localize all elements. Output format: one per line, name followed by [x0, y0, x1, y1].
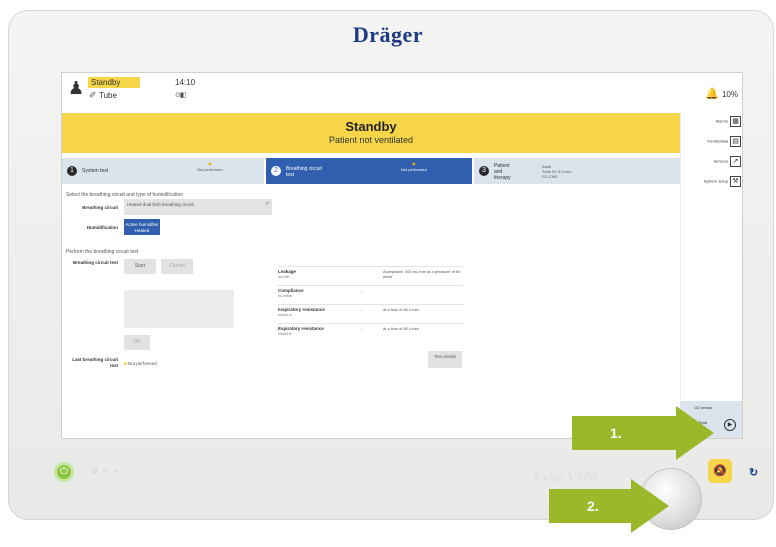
step-status-text: Not performed — [401, 167, 427, 172]
step-status-text: Not performed — [197, 167, 223, 172]
arrow-icon — [631, 479, 669, 533]
cancel-test-button[interactable]: Cancel — [161, 259, 193, 274]
device-screenshot: Dräger ♟ Standby ✐ Tube 14:10 ⊙▮▯ 🔔 10% S… — [0, 0, 776, 547]
airway-label: Tube — [99, 91, 117, 100]
header-bar: ♟ Standby ✐ Tube 14:10 ⊙▮▯ 🔔 10% — [62, 73, 742, 111]
alarm-volume-indicator[interactable]: 🔔 10% — [705, 87, 738, 100]
banner-subtitle: Patient not ventilated — [328, 135, 414, 145]
perform-heading: Perform the breathing circuit test — [66, 249, 139, 255]
standby-banner: Standby Patient not ventilated — [62, 113, 680, 153]
step-system-test[interactable]: 1 System test ▲ Not performed — [62, 158, 264, 184]
model-name: Evita V800 — [533, 470, 598, 485]
result-row-expiratory-resistance: Expiratory resistance mbar/L/s --- at a … — [278, 323, 463, 336]
power-button[interactable]: ⏻ — [54, 462, 74, 482]
setup-icon: ⚒ — [730, 176, 741, 187]
sensors-icon: ↗ — [730, 156, 741, 167]
result-row-compliance: Compliance mL/mbar --- — [278, 285, 463, 298]
breathing-circuit-select[interactable]: Heated dual limb breathing circuit ↗ — [124, 199, 272, 215]
callout-2: 2. — [549, 479, 669, 533]
mode-badge[interactable]: Standby — [88, 77, 140, 88]
step-status: ▲ Not performed — [401, 161, 427, 172]
system-setup-button[interactable]: System setup ⚒ — [704, 176, 741, 187]
humidification-label: Humidification — [86, 225, 118, 230]
humidification-button[interactable]: Active humidifier Heated — [124, 219, 160, 235]
warning-icon: ■ — [124, 361, 127, 366]
bell-crossed-icon: 🔕 — [713, 465, 727, 477]
start-test-button[interactable]: Start — [124, 259, 156, 274]
breathing-circuit-label: Breathing circuit — [82, 205, 118, 210]
edit-icon: ↗ — [264, 201, 269, 207]
right-menu: Alarms ▦ Trends/data ▤ Sensors ↗ System set… — [680, 111, 742, 438]
step-breathing-circuit-test[interactable]: 2 Breathing circuit test ▲ Not performed — [266, 158, 472, 184]
play-icon[interactable]: ▶ — [724, 419, 736, 431]
step-label: Patient and therapy — [494, 163, 511, 181]
arrow-icon — [676, 406, 714, 460]
callout-1: 1. — [572, 406, 714, 460]
result-row-leakage: Leakage mL/min Acceptable: 300 mL/min at… — [278, 266, 463, 279]
test-label: Breathing circuit test — [72, 260, 118, 265]
trends-button[interactable]: Trends/data ▤ — [707, 136, 741, 147]
menu-button[interactable]: ↻ — [749, 466, 758, 479]
step-status: ▲ Not performed — [197, 161, 223, 172]
step-number: 1 — [67, 166, 77, 176]
last-test-status: ■ Not performed — [124, 361, 157, 366]
alarms-button[interactable]: Alarms ▦ — [716, 116, 741, 127]
ventilator-display: ♟ Standby ✐ Tube 14:10 ⊙▮▯ 🔔 10% Standby … — [61, 72, 743, 439]
step-label: System test — [82, 168, 109, 174]
banner-title: Standby — [345, 119, 397, 134]
step-number: 3 — [479, 166, 489, 176]
battery-icon: ⊙▮▯ — [175, 92, 187, 99]
power-icon: ⏻ — [60, 466, 68, 477]
alarm-silence-button[interactable]: 🔕 — [708, 459, 732, 483]
patient-details: Adult Tube ID: 8.0 mm PC-CMV — [542, 164, 572, 179]
test-details-button[interactable]: Test details — [428, 351, 462, 368]
last-test-label: Last breathing circuit test — [72, 357, 118, 368]
sensors-button[interactable]: Sensors ↗ — [713, 156, 741, 167]
brand-logo: Dräger — [352, 22, 424, 47]
tube-icon: ✐ — [89, 90, 97, 100]
result-row-inspiratory-resistance: Inspiratory resistance mbar/L/s --- at a… — [278, 304, 463, 317]
alarms-icon: ▦ — [730, 116, 741, 127]
step-label: Breathing circuit test — [286, 166, 322, 178]
test-progress-area — [124, 290, 234, 328]
select-heading: Select the breathing circuit and type of… — [66, 192, 184, 198]
trends-icon: ▤ — [730, 136, 741, 147]
alarm-volume-value: 10% — [721, 90, 738, 99]
patient-icon[interactable]: ♟ — [68, 78, 84, 99]
step-number: 2 — [271, 166, 281, 176]
step-patient-therapy[interactable]: 3 Patient and therapy Adult Tube ID: 8.0… — [474, 158, 680, 184]
bell-icon: 🔔 — [705, 88, 719, 100]
clock: 14:10 — [175, 78, 196, 87]
setup-steps: 1 System test ▲ Not performed 2 Breathing… — [62, 158, 680, 184]
ok-button[interactable]: OK — [124, 335, 150, 350]
control-icons[interactable]: ⊙ ☼ ☼ — [92, 467, 120, 475]
